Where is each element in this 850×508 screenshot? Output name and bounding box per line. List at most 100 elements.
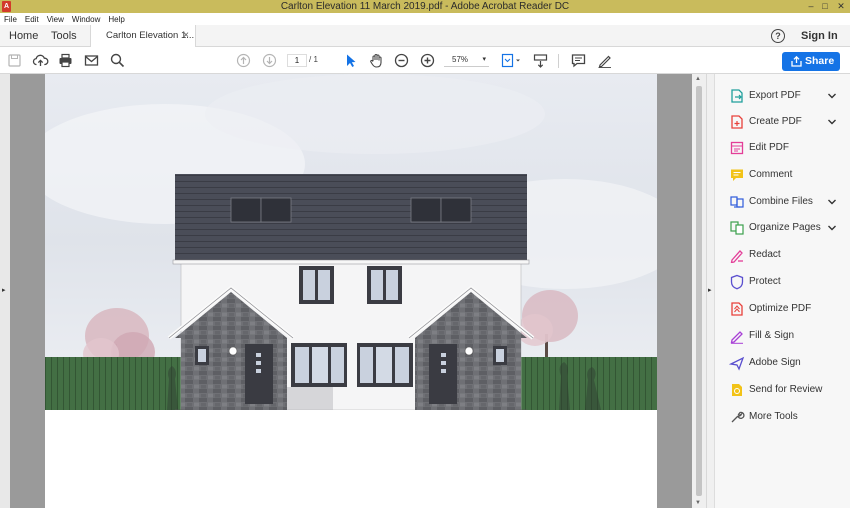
tab-document[interactable]: Carlton Elevation 1... × (90, 25, 196, 47)
tool-label: Organize Pages (749, 222, 821, 233)
upload-icon[interactable] (32, 52, 49, 69)
expand-left-panel-icon[interactable]: ▸ (2, 286, 6, 294)
zoom-in-icon[interactable] (419, 52, 436, 69)
edit-pdf-icon (729, 140, 745, 156)
share-button[interactable]: Share (782, 52, 840, 71)
tool-label: Edit PDF (749, 142, 790, 153)
create-pdf-icon (729, 114, 745, 130)
left-nav-rail[interactable]: ▸ (0, 74, 10, 508)
export-pdf-icon (729, 88, 745, 104)
tool-protect[interactable]: Protect (725, 271, 849, 293)
tool-create-pdf[interactable]: Create PDF (725, 111, 849, 133)
tool-label: More Tools (749, 411, 798, 422)
hand-icon[interactable] (368, 52, 385, 69)
tool-send-for-review[interactable]: Send for Review (725, 379, 849, 401)
chevron-down-icon[interactable] (827, 117, 837, 127)
tab-bar: Home Tools Carlton Elevation 1... × ? Si… (0, 25, 850, 47)
pdf-page (45, 74, 657, 508)
menu-bar: File Edit View Window Help (0, 13, 850, 25)
fill-sign-icon (729, 328, 745, 344)
share-icon (791, 56, 802, 67)
protect-icon (729, 274, 745, 290)
tool-optimize-pdf[interactable]: Optimize PDF (725, 298, 849, 320)
tool-adobe-sign[interactable]: Adobe Sign (725, 352, 849, 374)
roof (175, 174, 527, 260)
tool-label: Redact (749, 249, 781, 260)
search-icon[interactable] (109, 52, 126, 69)
tool-label: Protect (749, 276, 781, 287)
toolbar-divider (558, 54, 559, 68)
redact-icon (729, 247, 745, 263)
menu-view[interactable]: View (47, 15, 64, 24)
chevron-down-icon[interactable] (827, 197, 837, 207)
tool-label: Export PDF (749, 90, 801, 101)
comment-icon[interactable] (570, 52, 587, 69)
tools-pane: ▸ Export PDF Create PDF Edit PDF Comment… (706, 74, 850, 508)
document-viewport[interactable]: ▸ ▲ ▼ (0, 74, 706, 508)
tool-comment[interactable]: Comment (725, 164, 849, 186)
scrollbar-thumb[interactable] (696, 86, 702, 496)
print-icon[interactable] (57, 52, 74, 69)
help-icon[interactable]: ? (771, 29, 785, 43)
next-page-icon[interactable] (261, 52, 278, 69)
scroll-mode-icon[interactable] (532, 52, 549, 69)
close-window-button[interactable]: ✕ (832, 0, 850, 13)
adobe-sign-icon (729, 355, 745, 371)
menu-edit[interactable]: Edit (25, 15, 39, 24)
title-bar: A Carlton Elevation 11 March 2019.pdf - … (0, 0, 850, 13)
save-icon[interactable] (6, 52, 23, 69)
tool-label: Optimize PDF (749, 303, 812, 314)
chevron-down-icon[interactable] (827, 91, 837, 101)
main-toolbar: 1 / 1 57% ▾ Share (0, 47, 850, 74)
zoom-level-value: 57% (452, 55, 469, 64)
select-icon[interactable] (342, 52, 359, 69)
zoom-level-select[interactable]: 57% ▾ (444, 54, 489, 67)
menu-window[interactable]: Window (72, 15, 100, 24)
more-tools-icon (729, 409, 745, 425)
tool-export-pdf[interactable]: Export PDF (725, 85, 849, 107)
window-title: Carlton Elevation 11 March 2019.pdf - Ad… (280, 1, 570, 12)
tab-document-label: Carlton Elevation 1... (106, 30, 195, 41)
tools-pane-collapse[interactable]: ▸ (707, 74, 715, 508)
zoom-out-icon[interactable] (393, 52, 410, 69)
optimize-pdf-icon (729, 301, 745, 317)
tool-label: Send for Review (749, 384, 823, 395)
tool-label: Create PDF (749, 116, 802, 127)
scroll-up-icon[interactable]: ▲ (695, 76, 701, 82)
combine-files-icon (729, 194, 745, 210)
menu-help[interactable]: Help (108, 15, 124, 24)
page-total-label: / 1 (309, 55, 318, 64)
sign-icon[interactable] (596, 52, 613, 69)
comment-tool-icon (729, 167, 745, 183)
fit-page-icon[interactable] (500, 52, 522, 69)
organize-pages-icon (729, 220, 745, 236)
chevron-down-icon[interactable] (827, 223, 837, 233)
tool-combine-files[interactable]: Combine Files (725, 191, 849, 213)
send-review-icon (729, 382, 745, 398)
tool-label: Comment (749, 169, 793, 180)
house-elevation-drawing (45, 74, 657, 508)
tab-tools[interactable]: Tools (51, 25, 77, 47)
tool-label: Combine Files (749, 196, 813, 207)
close-tab-icon[interactable]: × (183, 25, 189, 47)
minimize-button[interactable]: – (804, 0, 818, 13)
tool-redact[interactable]: Redact (725, 244, 849, 266)
prev-page-icon[interactable] (235, 52, 252, 69)
tool-label: Fill & Sign (749, 330, 795, 341)
tool-edit-pdf[interactable]: Edit PDF (725, 137, 849, 159)
tool-fill-sign[interactable]: Fill & Sign (725, 325, 849, 347)
maximize-button[interactable]: □ (818, 0, 832, 13)
tool-label: Adobe Sign (749, 357, 801, 368)
zoom-dropdown-caret: ▾ (482, 56, 486, 63)
collapse-pane-icon[interactable]: ▸ (708, 286, 712, 294)
email-icon[interactable] (83, 52, 100, 69)
vertical-scrollbar[interactable]: ▲ ▼ (692, 74, 706, 508)
tool-more-tools[interactable]: More Tools (725, 406, 849, 428)
menu-file[interactable]: File (4, 15, 17, 24)
sign-in-link[interactable]: Sign In (801, 25, 838, 47)
scroll-down-icon[interactable]: ▼ (695, 500, 701, 506)
tab-home[interactable]: Home (9, 25, 38, 47)
page-number-input[interactable]: 1 (287, 54, 307, 67)
share-button-label: Share (805, 55, 835, 67)
tool-organize-pages[interactable]: Organize Pages (725, 217, 849, 239)
